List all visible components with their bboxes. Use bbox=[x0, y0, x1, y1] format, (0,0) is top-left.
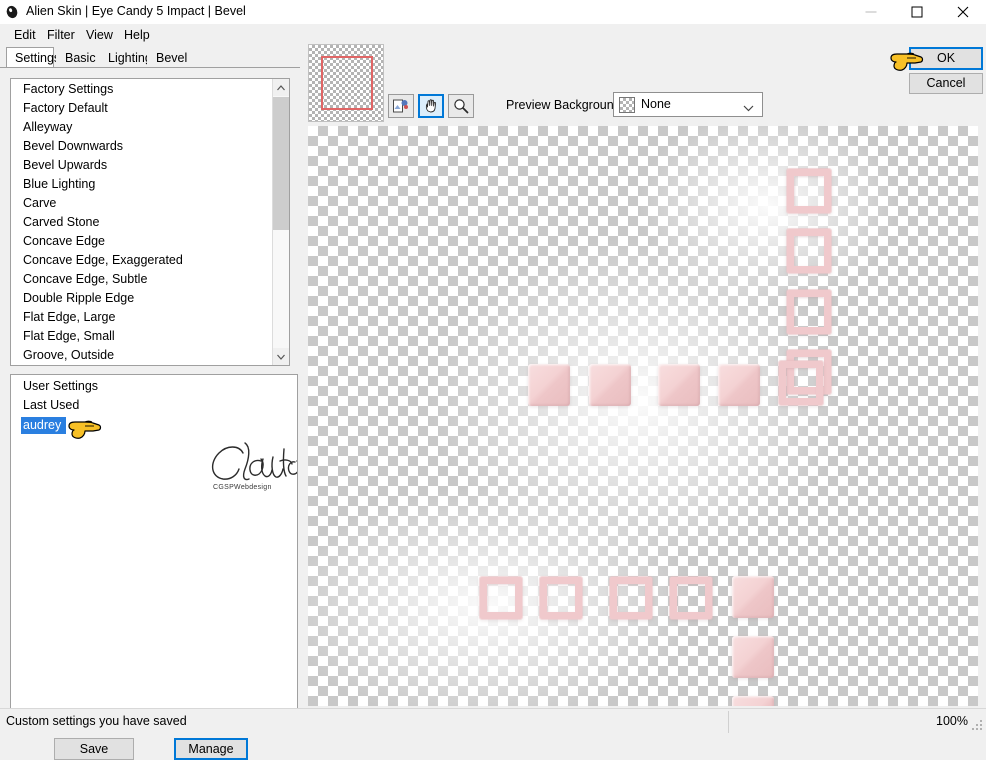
user-settings-item-selected[interactable]: audrey bbox=[21, 417, 67, 434]
menu-item-filter[interactable]: Filter bbox=[41, 27, 81, 43]
list-item[interactable]: Blue Lighting bbox=[11, 175, 273, 194]
list-item[interactable]: Carve bbox=[11, 194, 273, 213]
preview-shape-fill bbox=[732, 576, 774, 618]
menu-item-help[interactable]: Help bbox=[118, 27, 156, 43]
resize-grip-icon[interactable] bbox=[971, 719, 983, 731]
left-panel: Factory Settings Factory Default Alleywa… bbox=[0, 68, 300, 760]
preview-shape-frame bbox=[609, 576, 653, 620]
factory-settings-list[interactable]: Factory Settings Factory Default Alleywa… bbox=[10, 78, 290, 366]
preview-background-select[interactable]: None bbox=[613, 92, 763, 117]
menu-item-edit[interactable]: Edit bbox=[8, 27, 42, 43]
preview-pane: Preview Background: None OK Cancel bbox=[300, 24, 986, 708]
preview-canvas[interactable] bbox=[308, 126, 978, 706]
watermark-subtext: CGSPWebdesign bbox=[213, 484, 272, 491]
user-settings-group-header: User Settings bbox=[23, 379, 99, 393]
list-item[interactable]: Bevel Downwards bbox=[11, 137, 273, 156]
preview-shape-fill bbox=[732, 636, 774, 678]
preview-background-value: None bbox=[641, 97, 671, 111]
close-icon[interactable] bbox=[940, 0, 986, 24]
list-item[interactable]: Concave Edge bbox=[11, 232, 273, 251]
list-item[interactable]: Double Ripple Edge bbox=[11, 289, 273, 308]
preview-shape-frame bbox=[786, 228, 832, 274]
scrollbar-thumb[interactable] bbox=[273, 97, 289, 230]
list-item[interactable]: Flat Edge, Large bbox=[11, 308, 273, 327]
tab-lighting[interactable]: Lighting bbox=[99, 47, 152, 68]
list-item[interactable]: Concave Edge, Subtle bbox=[11, 270, 273, 289]
list-item[interactable]: Carved Stone bbox=[11, 213, 273, 232]
background-swatch bbox=[619, 97, 635, 113]
tab-bevel-profile[interactable]: Bevel Profile bbox=[147, 47, 219, 85]
preview-shape-fill bbox=[528, 364, 570, 406]
preview-shape-fill bbox=[732, 696, 774, 706]
hand-tool-icon[interactable] bbox=[418, 94, 444, 118]
application-window: Alien Skin | Eye Candy 5 Impact | Bevel … bbox=[0, 0, 986, 760]
preview-shape-frame bbox=[786, 168, 832, 214]
preview-shape-frame bbox=[669, 576, 713, 620]
menu-item-view[interactable]: View bbox=[80, 27, 119, 43]
chevron-up-icon[interactable] bbox=[273, 79, 289, 96]
preview-shape-fill bbox=[589, 364, 631, 406]
preview-shape-frame bbox=[479, 576, 523, 620]
user-settings-item[interactable]: Last Used bbox=[11, 396, 297, 415]
list-item[interactable]: Bevel Upwards bbox=[11, 156, 273, 175]
tab-settings[interactable]: Settings bbox=[6, 47, 60, 68]
user-settings-list[interactable]: User Settings Last Used audrey CGSPWebde… bbox=[10, 374, 298, 726]
minimize-icon[interactable] bbox=[848, 0, 894, 24]
title-bar: Alien Skin | Eye Candy 5 Impact | Bevel bbox=[0, 0, 986, 24]
maximize-icon[interactable] bbox=[894, 0, 940, 24]
status-bar: Custom settings you have saved 100% bbox=[0, 708, 986, 734]
alien-skin-icon bbox=[5, 4, 21, 20]
save-button[interactable]: Save bbox=[54, 738, 134, 760]
manage-button[interactable]: Manage bbox=[174, 738, 248, 760]
preview-background-label: Preview Background: bbox=[506, 98, 625, 112]
image-preview-tool-icon[interactable] bbox=[388, 94, 414, 118]
navigator-viewport-rect[interactable] bbox=[321, 56, 373, 110]
cancel-button[interactable]: Cancel bbox=[909, 73, 983, 94]
preview-shape-frame bbox=[778, 360, 824, 406]
settings-list-scrollbar[interactable] bbox=[272, 79, 289, 365]
list-item[interactable]: Factory Default bbox=[11, 99, 273, 118]
zoom-tool-icon[interactable] bbox=[448, 94, 474, 118]
list-group-header: Factory Settings bbox=[23, 82, 114, 96]
list-item[interactable]: Alleyway bbox=[11, 118, 273, 137]
preview-shape-frame bbox=[786, 289, 832, 335]
tab-basic[interactable]: Basic bbox=[56, 47, 98, 68]
watermark-claudia: CGSPWebdesign bbox=[199, 437, 297, 493]
tab-bar: Settings Basic Lighting Bevel Profile bbox=[0, 47, 300, 85]
list-item[interactable]: Groove, Outside bbox=[11, 346, 273, 365]
status-message: Custom settings you have saved bbox=[6, 714, 187, 728]
status-zoom-level: 100% bbox=[936, 714, 968, 728]
factory-settings-list-items: Factory Settings Factory Default Alleywa… bbox=[11, 79, 273, 365]
preview-shape-fill bbox=[718, 364, 760, 406]
list-item[interactable]: Flat Edge, Small bbox=[11, 327, 273, 346]
navigator-thumbnail[interactable] bbox=[308, 44, 384, 122]
chevron-down-icon bbox=[743, 101, 754, 115]
chevron-down-icon[interactable] bbox=[273, 348, 289, 365]
status-separator bbox=[728, 711, 729, 733]
window-title: Alien Skin | Eye Candy 5 Impact | Bevel bbox=[26, 4, 246, 18]
preview-shape-fill bbox=[658, 364, 700, 406]
list-item[interactable]: Concave Edge, Exaggerated bbox=[11, 251, 273, 270]
ok-button[interactable]: OK bbox=[909, 47, 983, 70]
preview-shape-frame bbox=[539, 576, 583, 620]
